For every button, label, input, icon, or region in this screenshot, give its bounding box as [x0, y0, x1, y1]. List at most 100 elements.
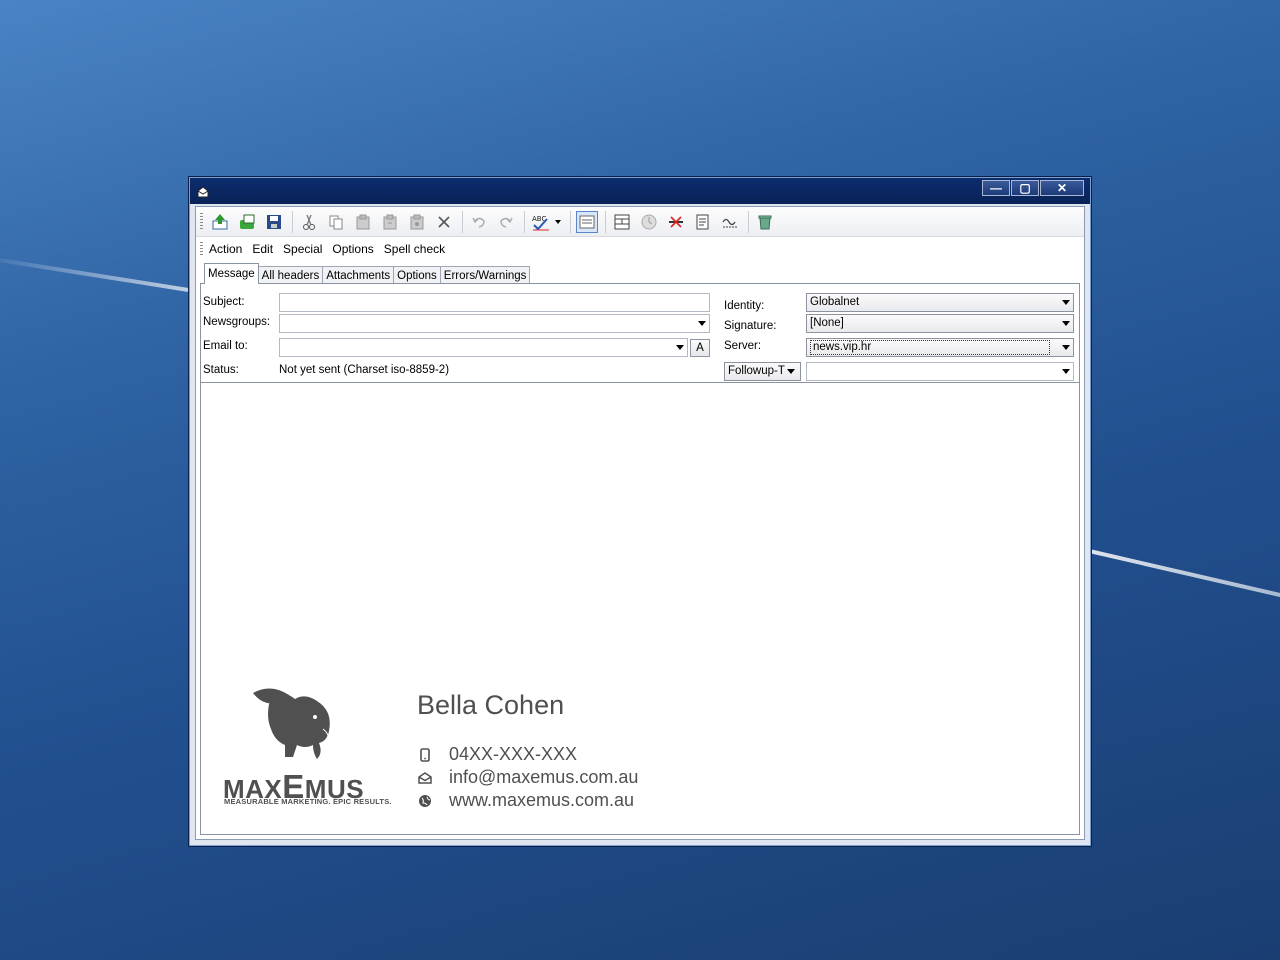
tab-all-headers[interactable]: All headers: [257, 266, 324, 284]
wrap-lines-button[interactable]: [576, 210, 598, 233]
signature-email-row: info@maxemus.com.au: [417, 767, 638, 788]
format-button[interactable]: [719, 211, 741, 233]
server-combo[interactable]: news.vip.hr: [806, 338, 1074, 357]
cross-out-icon: [669, 215, 683, 228]
redo-button[interactable]: [495, 211, 517, 233]
document-icon: [696, 214, 709, 229]
rot13-button[interactable]: [692, 211, 714, 233]
status-value: Not yet sent (Charset iso-8859-2): [279, 364, 450, 376]
close-button[interactable]: ✕: [1040, 180, 1084, 196]
status-label: Status:: [203, 364, 239, 376]
cut-button[interactable]: [298, 211, 320, 233]
desktop-streak: [1084, 548, 1280, 600]
save-icon: [267, 214, 281, 229]
signature-email[interactable]: info@maxemus.com.au: [449, 767, 638, 788]
globe-icon: [417, 793, 433, 809]
undo-button[interactable]: [468, 211, 490, 233]
layout-icon: [614, 214, 630, 229]
tab-attachments[interactable]: Attachments: [322, 266, 395, 284]
subject-label: Subject:: [203, 296, 245, 308]
menu-grip[interactable]: [200, 242, 203, 256]
chevron-down-icon: [698, 321, 706, 326]
tab-options[interactable]: Options: [393, 266, 441, 284]
paste-special-button[interactable]: [406, 211, 428, 233]
signature-website-row: www.maxemus.com.au: [417, 790, 634, 811]
insert-signature-button[interactable]: [638, 211, 660, 233]
newsgroups-combo[interactable]: [279, 314, 710, 333]
copy-icon: [329, 215, 343, 229]
spell-check-icon: ABC: [532, 215, 549, 230]
envelope-icon: [197, 186, 209, 198]
paste-quote-icon: [383, 214, 397, 229]
followup-to-value-combo[interactable]: [806, 362, 1074, 381]
delete-button[interactable]: [433, 211, 455, 233]
copy-button[interactable]: [325, 211, 347, 233]
server-label: Server:: [724, 340, 762, 352]
server-value: news.vip.hr: [810, 340, 1050, 355]
signature-phone: 04XX-XXX-XXX: [449, 744, 578, 764]
paste-icon: [356, 214, 370, 229]
mobile-phone-icon: [417, 747, 433, 763]
tab-errors-warnings[interactable]: Errors/Warnings: [439, 266, 531, 284]
spell-check-button[interactable]: ABC: [530, 211, 552, 233]
wave-icon: [722, 218, 737, 227]
spell-check-dropdown[interactable]: [553, 211, 563, 233]
identity-combo[interactable]: Globalnet: [806, 293, 1074, 312]
close-icon: ✕: [1056, 181, 1068, 195]
chevron-down-icon: [787, 369, 795, 374]
toolbar-grip[interactable]: [200, 212, 203, 231]
maximize-button[interactable]: ▢: [1011, 180, 1039, 196]
signature-website[interactable]: www.maxemus.com.au: [449, 790, 634, 811]
menu-options[interactable]: Options: [332, 242, 373, 256]
message-body-editor[interactable]: MAXEMUS MEASURABLE MARKETING. EPIC RESUL…: [201, 382, 1079, 834]
signature-combo[interactable]: [None]: [806, 314, 1074, 333]
remove-button[interactable]: [665, 211, 687, 233]
logo-tagline: MEASURABLE MARKETING. EPIC RESULTS.: [224, 797, 392, 806]
wrap-icon: [579, 215, 595, 228]
toolbar-separator: [524, 210, 525, 233]
signature-value: [None]: [810, 317, 844, 329]
send-now-button[interactable]: [209, 211, 231, 233]
client-area: ABC Action Edit Special Options Spell ch…: [195, 206, 1085, 840]
insert-file-button[interactable]: [611, 211, 633, 233]
address-book-button[interactable]: A: [690, 339, 710, 357]
toolbar-separator: [292, 210, 293, 233]
signature-name: Bella Cohen: [417, 690, 565, 720]
signature-phone-row: 04XX-XXX-XXX: [417, 744, 577, 765]
signature-label: Signature:: [724, 320, 777, 332]
email-to-combo[interactable]: [279, 338, 688, 357]
newsgroups-label: Newsgroups:: [203, 316, 271, 328]
subject-input[interactable]: [279, 293, 710, 312]
tab-strip: Message All headers Attachments Options …: [204, 263, 531, 284]
chevron-down-icon: [1062, 321, 1070, 326]
send-later-icon: [240, 214, 255, 229]
menu-special[interactable]: Special: [283, 242, 322, 256]
identity-label: Identity:: [724, 300, 765, 312]
paste-quoted-button[interactable]: [379, 211, 401, 233]
chevron-down-icon: [1062, 369, 1070, 374]
x-icon: [438, 215, 450, 228]
menu-edit[interactable]: Edit: [252, 242, 273, 256]
message-panel: Subject: Newsgroups: Email to: A Status:…: [200, 283, 1080, 835]
title-bar[interactable]: — ▢ ✕: [190, 178, 1090, 204]
send-later-button[interactable]: [236, 211, 258, 233]
minimize-button[interactable]: —: [982, 180, 1010, 196]
identity-value: Globalnet: [810, 296, 860, 308]
paste-special-icon: [410, 214, 424, 229]
scissors-icon: [303, 214, 315, 230]
menu-spell-check[interactable]: Spell check: [384, 242, 445, 256]
followup-to-combo[interactable]: Followup-T: [724, 362, 801, 381]
paste-button[interactable]: [352, 211, 374, 233]
toolbar-separator: [570, 210, 571, 233]
chevron-down-icon: [1062, 345, 1070, 350]
trash-button[interactable]: [754, 211, 776, 233]
chevron-down-icon: [555, 219, 561, 224]
undo-icon: [472, 217, 485, 228]
tab-message[interactable]: Message: [204, 263, 259, 284]
toolbar-separator: [748, 210, 749, 233]
followup-to-label: Followup-T: [728, 365, 785, 377]
trash-icon: [758, 215, 772, 229]
menu-action[interactable]: Action: [209, 242, 242, 256]
toolbar-separator: [462, 210, 463, 233]
save-button[interactable]: [263, 211, 285, 233]
